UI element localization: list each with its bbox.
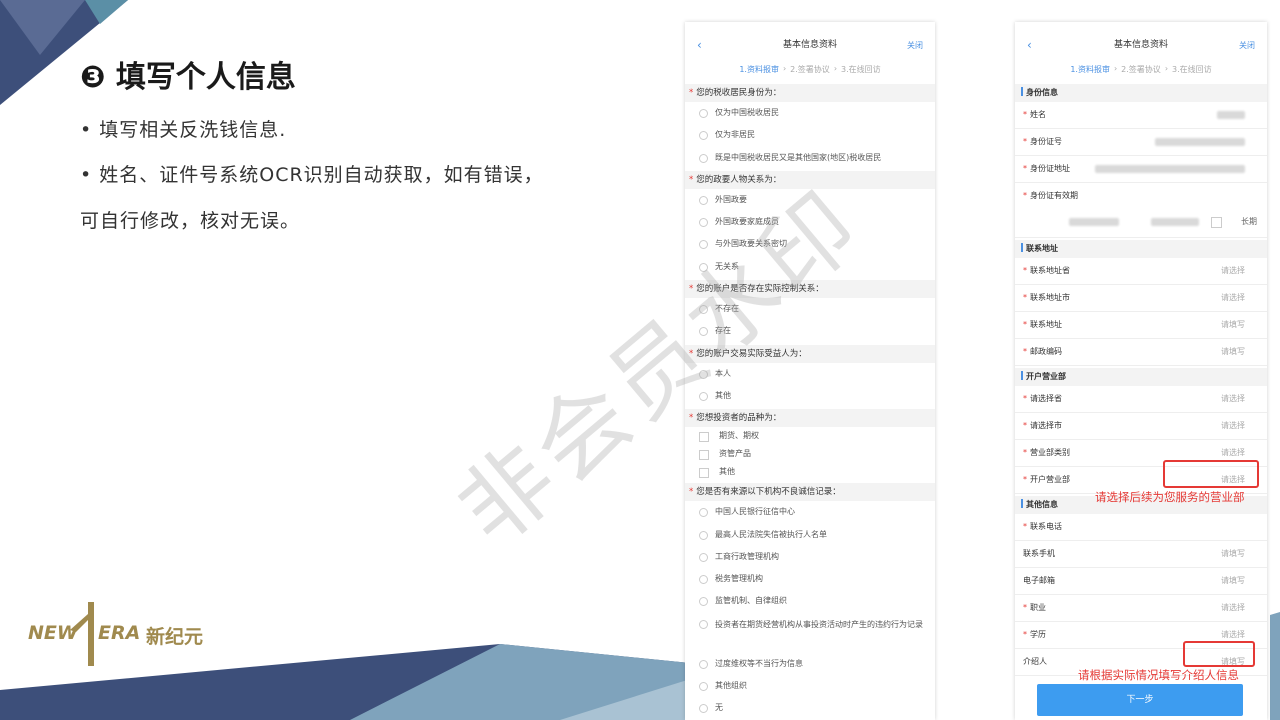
name-field[interactable]: * 姓名: [1015, 102, 1267, 129]
radio-option[interactable]: 无: [685, 697, 935, 719]
phone-screen-personal-info: ‹ 基本信息资料 关闭 1.资料报审 › 2.签署协议 › 3.在线回访 身份信…: [1015, 22, 1267, 720]
radio-option[interactable]: 投资者在期货经营机构从事投资活动时产生的违约行为记录: [685, 613, 935, 653]
logo-era: ERA: [98, 622, 141, 644]
step-sep-icon: ›: [1164, 64, 1169, 73]
bullet-ocr-cont: 可自行修改，核对无误。: [80, 210, 301, 232]
question-products: * 您想投资者的品种为：: [685, 409, 935, 428]
checkbox-option[interactable]: 其他: [685, 463, 935, 481]
long-term-checkbox[interactable]: [1211, 217, 1222, 228]
radio-option[interactable]: 最高人民法院失信被执行人名单: [685, 524, 935, 546]
step-sep-icon: ›: [782, 64, 787, 73]
radio-option[interactable]: 仅为非居民: [685, 124, 935, 146]
long-term-label: 长期: [1241, 217, 1257, 226]
close-button[interactable]: 关闭: [907, 40, 923, 51]
branch-highlight-box: [1163, 460, 1259, 488]
step-2: 2.签署协议: [790, 65, 830, 74]
bullet-ocr: • 姓名、证件号系统OCR识别自动获取，如有错误，: [80, 164, 544, 186]
id-number-field[interactable]: * 身份证号: [1015, 129, 1267, 156]
checkbox-option[interactable]: 期货、期权: [685, 427, 935, 445]
radio-option[interactable]: 仅为中国税收居民: [685, 102, 935, 124]
new-era-logo: NEW ERA 新纪元: [28, 600, 228, 668]
step-3: 3.在线回访: [1172, 65, 1212, 74]
radio-option[interactable]: 工商行政管理机构: [685, 546, 935, 568]
form-title: 基本信息资料: [1113, 40, 1168, 50]
step-1: 1.资料报审: [1070, 65, 1110, 74]
question-credit-record: * 您是否有来源以下机构不良诚信记录：: [685, 483, 935, 502]
question-tax-residency: * 您的税收居民身份为：: [685, 84, 935, 102]
radio-option[interactable]: 税务管理机构: [685, 568, 935, 590]
step-1: 1.资料报审: [739, 65, 779, 74]
id-validity-label: * 身份证有效期: [1023, 191, 1078, 200]
step-sep-icon: ›: [833, 64, 838, 73]
branch-note: 请选择后续为您服务的营业部: [1095, 490, 1245, 504]
section-contact: 联系地址: [1015, 240, 1267, 258]
city-select[interactable]: * 联系地址市 请选择: [1015, 285, 1267, 312]
address-input[interactable]: * 联系地址 请填写: [1015, 312, 1267, 339]
referrer-highlight-box: [1183, 641, 1255, 667]
logo-cn: 新纪元: [146, 626, 204, 648]
job-select[interactable]: * 职业 请选择: [1015, 595, 1267, 622]
form-header: ‹ 基本信息资料 关闭: [1015, 22, 1267, 64]
radio-option[interactable]: 过度维权等不当行为信息: [685, 653, 935, 675]
phone-input[interactable]: * 联系电话: [1015, 514, 1267, 541]
province-select[interactable]: * 联系地址省 请选择: [1015, 258, 1267, 285]
step-3: 3.在线回访: [841, 65, 881, 74]
section-identity: 身份信息: [1015, 84, 1267, 102]
referrer-note: 请根据实际情况填写介绍人信息: [1078, 668, 1239, 682]
postcode-input[interactable]: * 邮政编码 请填写: [1015, 339, 1267, 366]
step-2: 2.签署协议: [1121, 65, 1161, 74]
radio-option[interactable]: 其他组织: [685, 675, 935, 697]
close-button[interactable]: 关闭: [1239, 40, 1255, 51]
radio-option[interactable]: 中国人民银行征信中心: [685, 501, 935, 523]
id-address-field[interactable]: * 身份证地址: [1015, 156, 1267, 183]
checkbox-option[interactable]: 资管产品: [685, 445, 935, 463]
mobile-input[interactable]: 联系手机 请填写: [1015, 541, 1267, 568]
bullet-aml: • 填写相关反洗钱信息.: [80, 119, 287, 141]
branch-city-select[interactable]: * 请选择市 请选择: [1015, 413, 1267, 440]
logo-mark-icon: [70, 602, 94, 666]
radio-option[interactable]: 监管机制、自律组织: [685, 590, 935, 612]
form-title: 基本信息资料: [782, 40, 837, 50]
branch-province-select[interactable]: * 请选择省 请选择: [1015, 386, 1267, 413]
email-input[interactable]: 电子邮箱 请填写: [1015, 568, 1267, 595]
id-validity-dates[interactable]: 长期: [1015, 209, 1267, 238]
form-header: ‹ 基本信息资料 关闭: [685, 22, 935, 64]
section-branch: 开户营业部: [1015, 368, 1267, 386]
next-step-button[interactable]: 下一步: [1037, 684, 1243, 716]
slide-title: ❸ 填写个人信息: [80, 60, 296, 95]
step-indicator: 1.资料报审 › 2.签署协议 › 3.在线回访: [685, 64, 935, 82]
step-indicator: 1.资料报审 › 2.签署协议 › 3.在线回访: [1015, 64, 1267, 82]
step-sep-icon: ›: [1113, 64, 1118, 73]
